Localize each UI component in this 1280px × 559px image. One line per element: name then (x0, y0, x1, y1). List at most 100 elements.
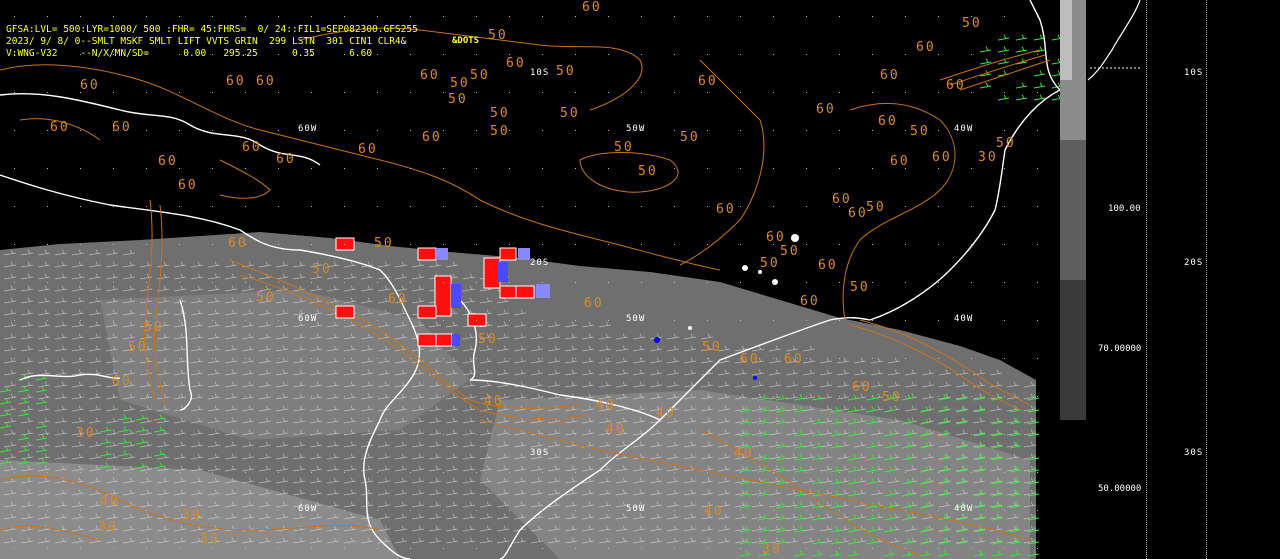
grid-point (377, 548, 378, 549)
grid-point (971, 358, 972, 359)
grid-point (443, 358, 444, 359)
grid-point (311, 206, 312, 207)
grid-point (938, 206, 939, 207)
grid-point (443, 472, 444, 473)
grid-point (377, 472, 378, 473)
grid-point (773, 358, 774, 359)
grid-point (839, 396, 840, 397)
grid-point (179, 168, 180, 169)
grid-point (443, 320, 444, 321)
grid-point (806, 548, 807, 549)
grid-point (212, 434, 213, 435)
grid-point (905, 16, 906, 17)
grid-point (740, 244, 741, 245)
grid-point (905, 434, 906, 435)
contour-label: 50 (780, 244, 800, 259)
grid-point (476, 168, 477, 169)
grid-point (14, 130, 15, 131)
grid-point (146, 244, 147, 245)
grid-point (1037, 244, 1038, 245)
grid-point (806, 130, 807, 131)
grid-point (542, 130, 543, 131)
contour-label: 40 (734, 446, 754, 461)
contour-label: 60 (50, 120, 70, 135)
grid-point (872, 472, 873, 473)
grid-point (971, 434, 972, 435)
grid-point (1004, 396, 1005, 397)
grid-point (245, 282, 246, 283)
grid-point (278, 16, 279, 17)
grid-point (674, 358, 675, 359)
grid-point (707, 396, 708, 397)
grid-point (377, 130, 378, 131)
contour-label: 60 (178, 178, 198, 193)
lon-label-40w-bot: 40W (954, 504, 974, 514)
grid-point (608, 206, 609, 207)
grid-point (410, 472, 411, 473)
colorbar-panel: 100.00 70.00000 50.00000 10S 20S 30S (1060, 0, 1280, 559)
grid-point (344, 130, 345, 131)
grid-point (245, 92, 246, 93)
grid-point (707, 282, 708, 283)
grid-point (509, 92, 510, 93)
grid-point (806, 206, 807, 207)
grid-point (245, 472, 246, 473)
grid-point (839, 244, 840, 245)
grid-point (47, 16, 48, 17)
grid-point (179, 472, 180, 473)
grid-point (311, 548, 312, 549)
contour-label: 50 (128, 340, 148, 355)
map-canvas[interactable]: GFSA:LVL= 500:LYR=1000/ 500 :FHR= 45:FHR… (0, 0, 1060, 559)
grid-point (872, 510, 873, 511)
grid-point (47, 130, 48, 131)
contour-label: 60 (226, 74, 246, 89)
grid-point (1004, 244, 1005, 245)
grid-point (245, 510, 246, 511)
grid-point (905, 282, 906, 283)
grid-point (740, 206, 741, 207)
grid-point (443, 130, 444, 131)
grid-point (641, 396, 642, 397)
grid-point (14, 16, 15, 17)
grid-point (113, 434, 114, 435)
contour-label: 50 (882, 390, 902, 405)
grid-point (509, 434, 510, 435)
green-wind-barb (1015, 46, 1028, 53)
grid-point (47, 320, 48, 321)
grid-point (311, 434, 312, 435)
grid-point (212, 130, 213, 131)
grid-point (806, 16, 807, 17)
grid-point (575, 548, 576, 549)
grid-point (80, 358, 81, 359)
grid-point (113, 92, 114, 93)
grid-point (905, 130, 906, 131)
grid-point (971, 396, 972, 397)
grid-point (674, 54, 675, 55)
green-wind-barb (979, 46, 992, 53)
grid-point (641, 472, 642, 473)
grid-point (311, 16, 312, 17)
grid-point (938, 548, 939, 549)
grid-point (872, 92, 873, 93)
grid-point (773, 168, 774, 169)
grid-point (707, 244, 708, 245)
grid-point (1004, 434, 1005, 435)
grid-point (740, 510, 741, 511)
contour-label: 60 (256, 74, 276, 89)
grid-point (311, 92, 312, 93)
grid-point (212, 168, 213, 169)
grid-point (377, 206, 378, 207)
green-wind-barb (1015, 82, 1028, 89)
grid-point (773, 510, 774, 511)
grid-point (1037, 358, 1038, 359)
grid-point (707, 472, 708, 473)
grid-point (575, 244, 576, 245)
grid-point (311, 244, 312, 245)
contour-label: 60 (740, 352, 760, 367)
contour-label: 50 (962, 16, 982, 31)
grid-point (509, 168, 510, 169)
grid-point (47, 472, 48, 473)
grid-point (80, 130, 81, 131)
grid-point (905, 54, 906, 55)
grid-point (1004, 282, 1005, 283)
